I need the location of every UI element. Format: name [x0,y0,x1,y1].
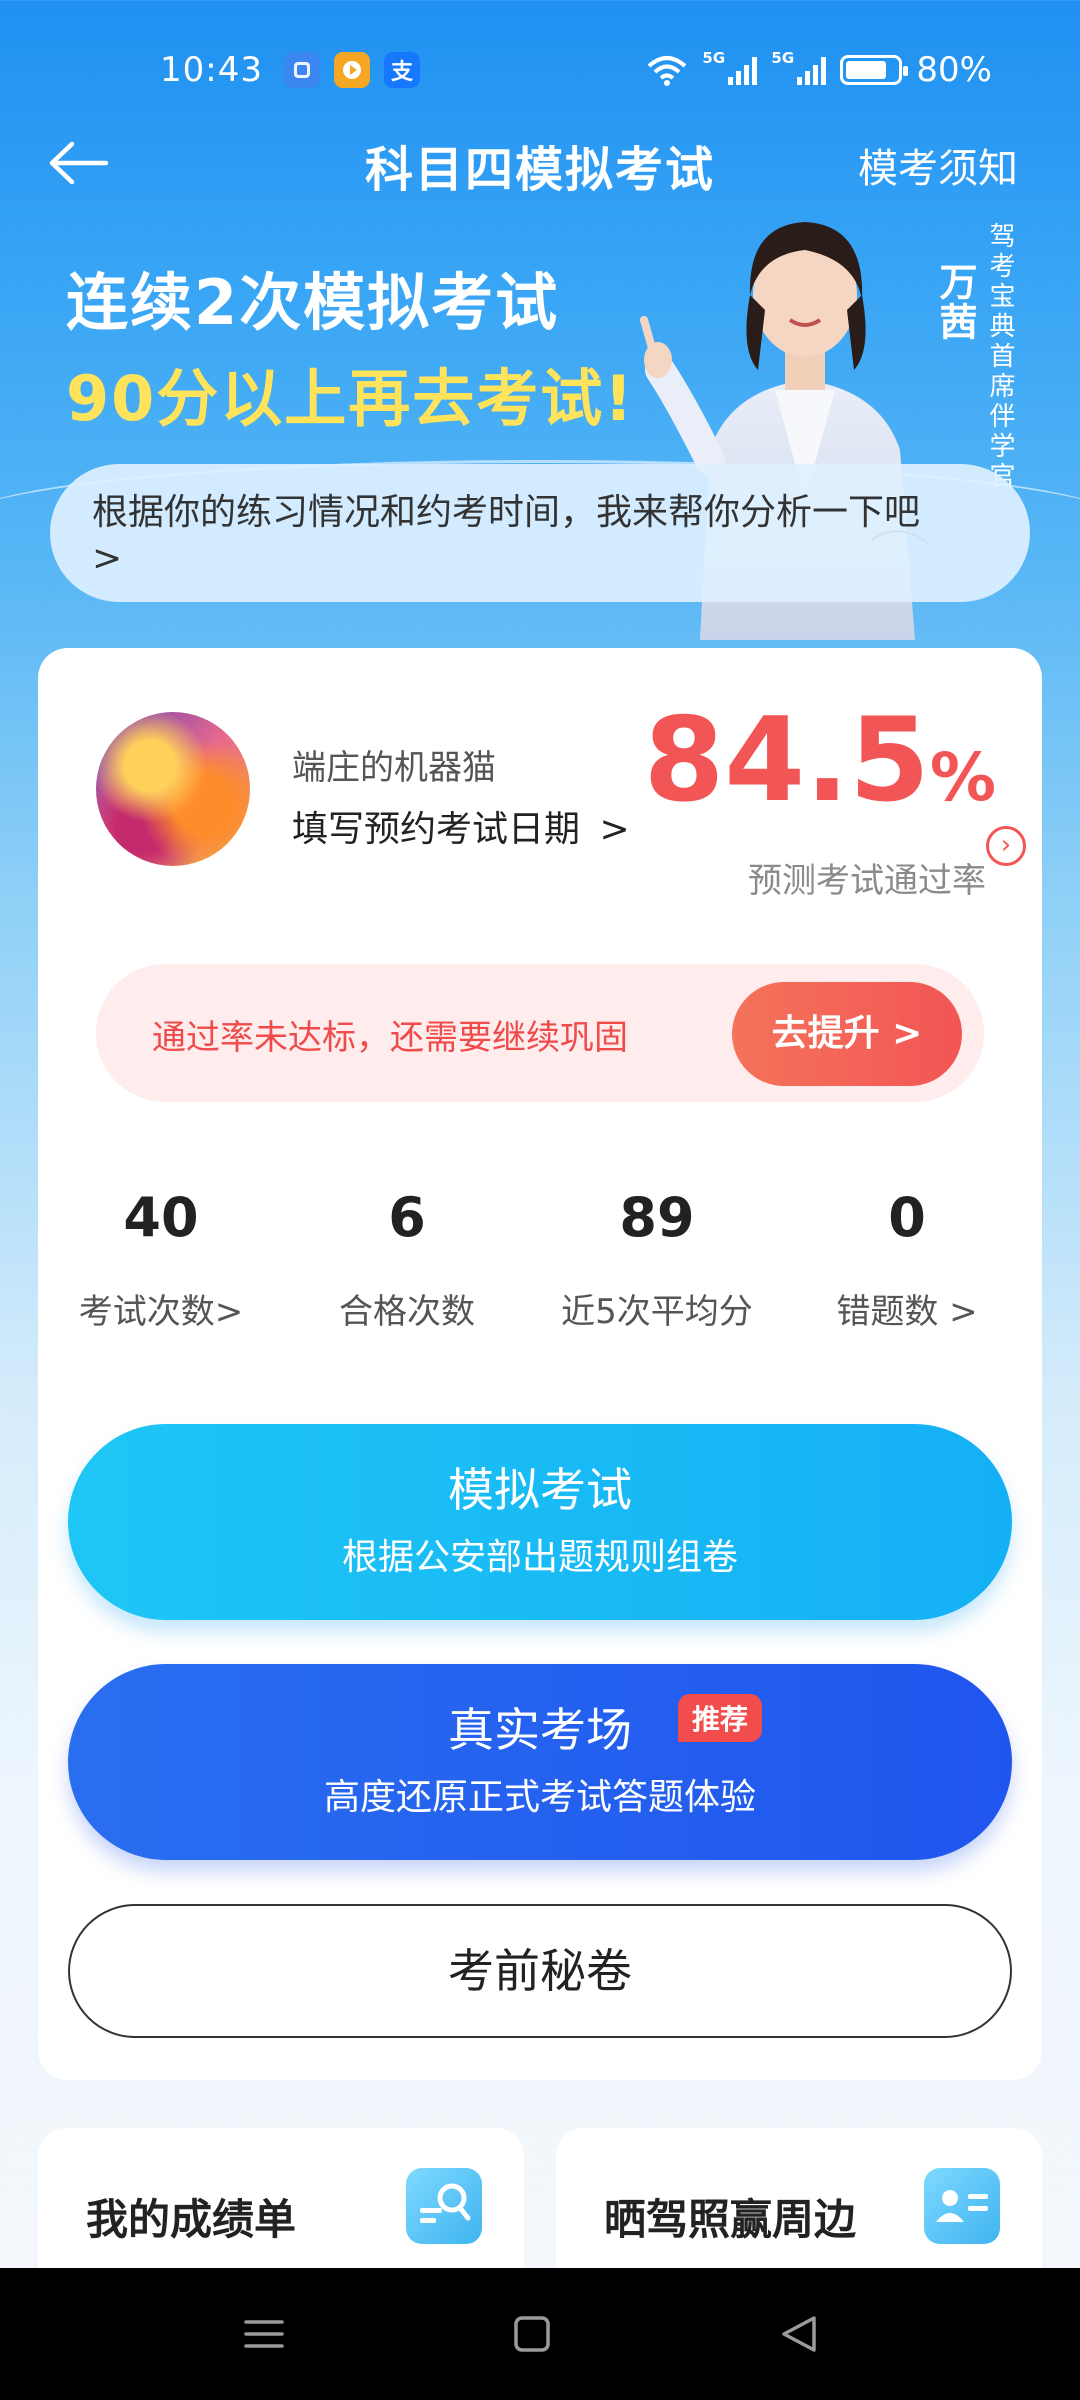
analysis-bubble-text: 根据你的练习情况和约考时间，我来帮你分析一下吧 [92,492,921,533]
stats-row: 40 考试次数> 6 合格次数 89 近5次平均分 0 错题数 > [38,1178,1042,1378]
pass-rate-value: 84.5% [643,693,996,828]
chevron-right-circle-icon[interactable]: › [986,826,1026,866]
share-license-label: 晒驾照赢周边 [604,2195,857,2244]
alipay-icon: 支 [384,52,420,88]
status-right: 5G 5G 80% [646,49,992,90]
video-app-icon [334,52,370,88]
real-exam-title: 真实考场 [448,1703,632,1757]
battery-percent: 80% [916,50,992,90]
pass-rate-label: 预测考试通过率 [748,861,986,901]
banner-subheadline: 90分以上再去考试! [66,362,635,435]
exam-date-label: 填写预约考试日期 [292,809,581,850]
stat-exam-count[interactable]: 40 考试次数> [36,1178,286,1333]
top-nav: 科目四模拟考试 模考须知 [0,120,1080,210]
system-nav-bar [0,2268,1080,2400]
status-app-icons: 支 [284,52,420,88]
mock-exam-title: 模拟考试 [448,1463,632,1517]
signal-icon: 5G [771,49,827,85]
share-license-tile[interactable]: 晒驾照赢周边 [556,2128,1042,2268]
pass-rate-block[interactable]: 84.5% › 预测考试通过率 [643,693,1026,902]
banner-headline: 连续2次模拟考试 [66,266,560,339]
my-scores-tile[interactable]: 我的成绩单 [38,2128,524,2268]
avatar[interactable] [96,712,250,866]
coach-title: 驾考宝典首席伴学官 [985,222,1015,492]
warning-text: 通过率未达标，还需要继续巩固 [152,1018,628,1058]
pre-exam-secret-button[interactable]: 考前秘卷 [68,1904,1012,2038]
status-bar: 10:43 支 5G 5G 80% [0,0,1080,140]
coach-name: 万茜 [933,262,977,342]
recommend-badge: 推荐 [678,1694,763,1742]
id-card-icon [924,2168,1000,2244]
menu-nav-button[interactable] [204,2268,324,2400]
mock-exam-subtitle: 根据公安部出题规则组卷 [341,1537,738,1578]
chevron-right-icon: > [599,809,630,850]
signal-icon: 5G [702,49,758,85]
pass-rate-warning: 通过率未达标，还需要继续巩固 去提升 > [96,964,984,1102]
my-scores-label: 我的成绩单 [86,2195,297,2244]
search-report-icon [406,2168,482,2244]
exam-date-link[interactable]: 填写预约考试日期 > [292,800,630,852]
home-square-icon [514,2316,550,2352]
analysis-bubble[interactable]: 根据你的练习情况和约考时间，我来帮你分析一下吧 > [50,464,1030,602]
note-app-icon [284,52,320,88]
real-exam-button[interactable]: 真实考场 推荐 高度还原正式考试答题体验 [68,1664,1012,1860]
improve-button[interactable]: 去提升 > [732,982,962,1086]
username: 端庄的机器猫 [292,748,496,788]
real-exam-subtitle: 高度还原正式考试答题体验 [323,1777,756,1818]
wifi-icon [648,56,687,86]
analysis-bubble-arrow: > [92,538,123,579]
back-triangle-icon [782,2316,816,2352]
menu-icon [244,2320,284,2348]
battery-icon [840,55,909,85]
stat-wrong-count[interactable]: 0 错题数 > [782,1178,1032,1333]
back-nav-button[interactable] [738,2268,858,2400]
status-time: 10:43 [160,50,263,90]
home-nav-button[interactable] [472,2268,592,2400]
stat-pass-count: 6 合格次数 [339,1186,475,1332]
pass-rate-unit: % [929,739,996,816]
exam-notice-link[interactable]: 模考须知 [858,136,1018,194]
mock-exam-button[interactable]: 模拟考试 根据公安部出题规则组卷 [68,1424,1012,1620]
exam-summary-card: 端庄的机器猫 填写预约考试日期 > 84.5% › 预测考试通过率 通过率未达标… [38,648,1042,2080]
stat-avg-score: 89 近5次平均分 [561,1186,753,1332]
